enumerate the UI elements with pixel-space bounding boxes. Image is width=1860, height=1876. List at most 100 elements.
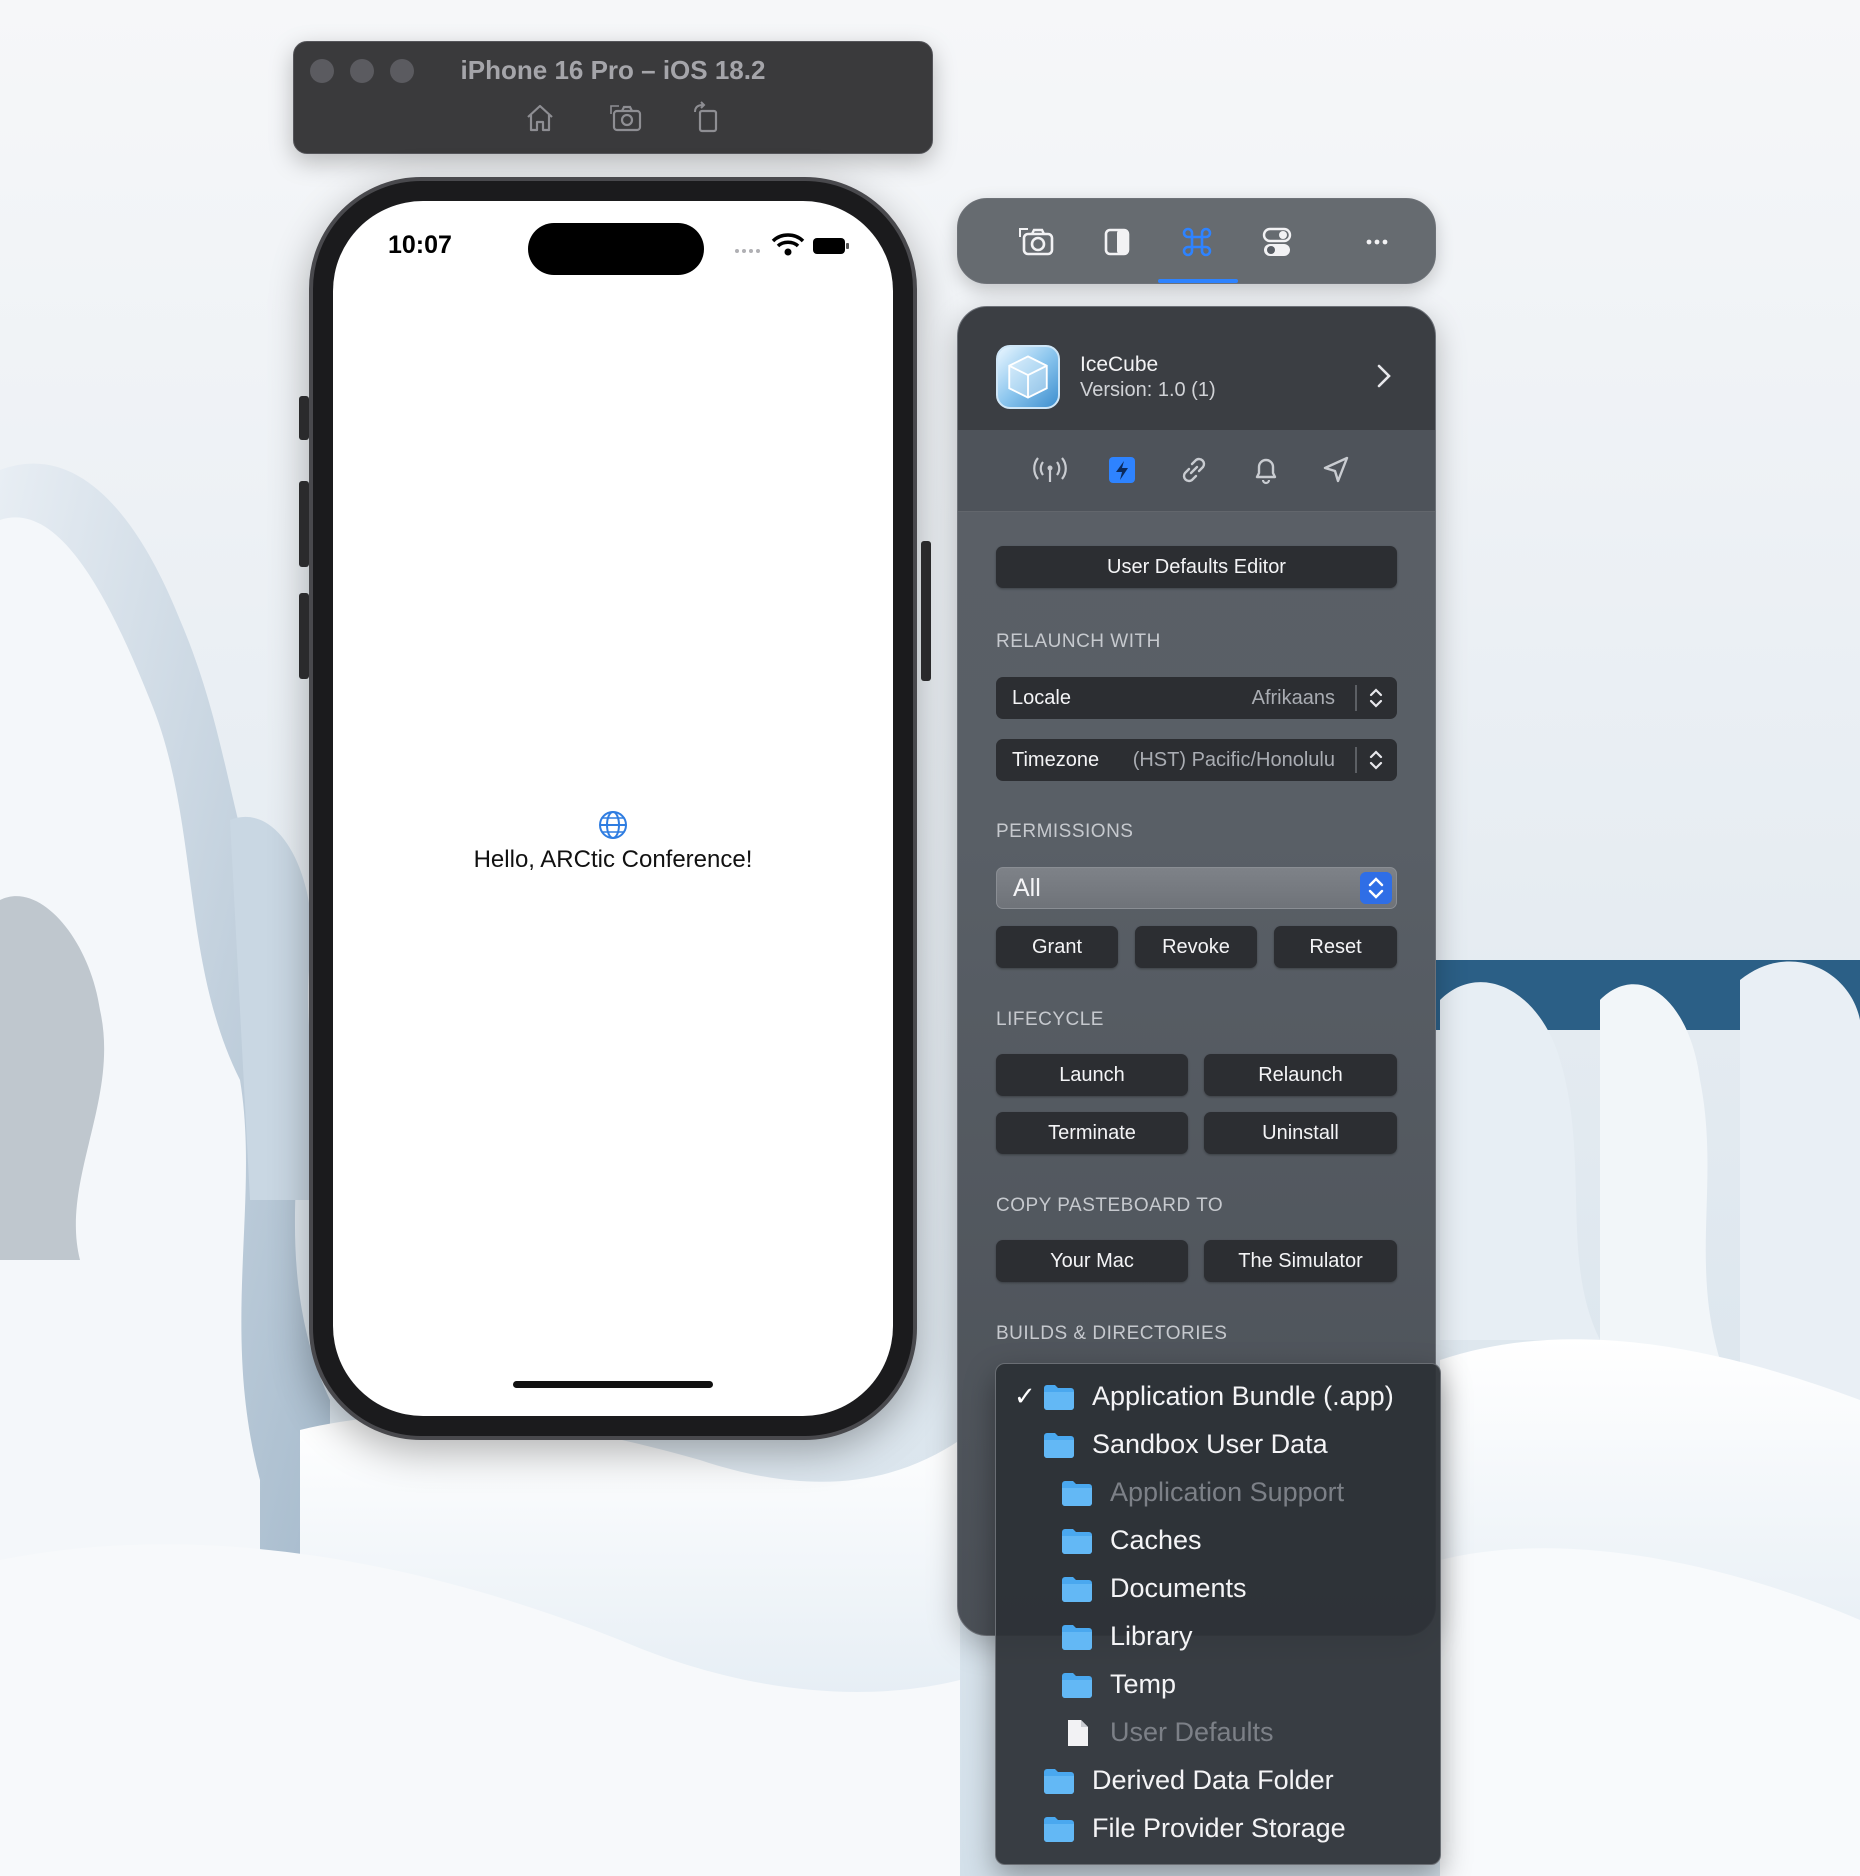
menu-item[interactable]: ✓ Application Bundle (.app) <box>996 1373 1440 1421</box>
launch-button[interactable]: Launch <box>996 1054 1188 1096</box>
menu-item: User Defaults <box>996 1709 1440 1757</box>
wifi-icon <box>771 233 805 256</box>
permissions-label: PERMISSIONS <box>996 821 1134 842</box>
chevron-up-down-icon <box>1369 750 1383 770</box>
active-tab-indicator <box>1158 279 1238 283</box>
icecube-toolbar <box>957 198 1436 284</box>
chevron-up-down-icon <box>1369 688 1383 708</box>
copy-to-simulator-button[interactable]: The Simulator <box>1204 1240 1397 1282</box>
menu-item[interactable]: Caches <box>996 1517 1440 1565</box>
app-header[interactable]: IceCube Version: 1.0 (1) <box>958 307 1435 430</box>
user-defaults-editor-button[interactable]: User Defaults Editor <box>996 546 1397 588</box>
menu-item-label: User Defaults <box>1110 1717 1274 1747</box>
menu-item[interactable]: File Provider Storage <box>996 1805 1440 1853</box>
builds-directories-menu: ✓ Application Bundle (.app) Sandbox User D… <box>995 1363 1441 1865</box>
home-indicator[interactable] <box>513 1381 713 1388</box>
rotate-icon[interactable] <box>688 100 724 136</box>
folder-icon <box>1060 1527 1094 1555</box>
locale-select[interactable]: Locale Afrikaans <box>996 677 1397 719</box>
sidebar-icon[interactable] <box>1096 221 1138 263</box>
menu-item[interactable]: Documents <box>996 1565 1440 1613</box>
bolt-icon[interactable] <box>1104 452 1140 488</box>
select-divider <box>1355 747 1357 773</box>
menu-item-label: Documents <box>1110 1573 1247 1603</box>
revoke-button[interactable]: Revoke <box>1135 926 1257 968</box>
iphone-screen[interactable]: 10:07 Hello, ARCtic Conference! <box>333 201 893 1416</box>
cellular-icon <box>735 249 760 253</box>
chevron-right-icon[interactable] <box>1374 361 1394 391</box>
grant-button[interactable]: Grant <box>996 926 1118 968</box>
checkmark-icon: ✓ <box>1014 1381 1036 1411</box>
locale-value: Afrikaans <box>1251 687 1335 709</box>
volume-up-button <box>299 481 309 567</box>
antenna-icon[interactable] <box>1032 452 1068 488</box>
reset-button[interactable]: Reset <box>1274 926 1397 968</box>
volume-down-button <box>299 593 309 679</box>
menu-item-label: Caches <box>1110 1525 1202 1555</box>
lifecycle-label: LIFECYCLE <box>996 1009 1104 1030</box>
locale-label: Locale <box>1012 687 1071 709</box>
chevron-up-down-icon <box>1360 872 1392 904</box>
camera-icon[interactable] <box>1016 221 1058 263</box>
timezone-select[interactable]: Timezone (HST) Pacific/Honolulu <box>996 739 1397 781</box>
app-name: IceCube <box>1080 353 1159 376</box>
location-icon[interactable] <box>1318 452 1354 488</box>
menu-item-label: Sandbox User Data <box>1092 1429 1328 1459</box>
folder-icon <box>1042 1767 1076 1795</box>
power-button <box>921 541 931 681</box>
home-icon[interactable] <box>522 100 558 136</box>
folder-icon <box>1060 1671 1094 1699</box>
iphone-simulator-device: 10:07 Hello, ARCtic Conference! <box>299 177 931 1440</box>
menu-item[interactable]: Library <box>996 1613 1440 1661</box>
document-icon <box>1060 1719 1094 1747</box>
builds-directories-label: BUILDS & DIRECTORIES <box>996 1323 1228 1344</box>
permissions-select[interactable]: All <box>996 867 1397 909</box>
menu-item-label: Application Bundle (.app) <box>1092 1381 1394 1411</box>
hello-text: Hello, ARCtic Conference! <box>473 846 753 873</box>
menu-item[interactable]: Sandbox User Data <box>996 1421 1440 1469</box>
menu-item: Application Support <box>996 1469 1440 1517</box>
bell-icon[interactable] <box>1248 452 1284 488</box>
timezone-value: (HST) Pacific/Honolulu <box>1132 749 1335 771</box>
dynamic-island <box>528 223 704 275</box>
simulator-title: iPhone 16 Pro – iOS 18.2 <box>460 55 766 85</box>
relaunch-with-label: RELAUNCH WITH <box>996 631 1161 652</box>
copy-pasteboard-label: COPY PASTEBOARD TO <box>996 1195 1224 1216</box>
content-view: Hello, ARCtic Conference! <box>333 809 893 874</box>
battery-icon <box>813 238 849 254</box>
toggles-icon[interactable] <box>1256 221 1298 263</box>
menu-item-label: File Provider Storage <box>1092 1813 1346 1843</box>
menu-item[interactable]: Temp <box>996 1661 1440 1709</box>
folder-icon <box>1060 1623 1094 1651</box>
simulator-window-titlebar: iPhone 16 Pro – iOS 18.2 <box>293 41 933 154</box>
permissions-value: All <box>1013 874 1041 902</box>
globe-icon <box>599 811 627 839</box>
select-divider <box>1355 685 1357 711</box>
status-bar-icons <box>735 233 849 256</box>
link-icon[interactable] <box>1176 452 1212 488</box>
menu-item-label: Temp <box>1110 1669 1177 1699</box>
status-bar-time: 10:07 <box>388 231 452 259</box>
folder-icon <box>1060 1575 1094 1603</box>
menu-item-label: Library <box>1110 1621 1193 1651</box>
folder-icon <box>1042 1383 1076 1411</box>
menu-item[interactable]: Derived Data Folder <box>996 1757 1440 1805</box>
action-button <box>299 396 309 440</box>
app-icon <box>996 345 1060 409</box>
copy-to-mac-button[interactable]: Your Mac <box>996 1240 1188 1282</box>
folder-icon <box>1042 1815 1076 1843</box>
app-version: Version: 1.0 (1) <box>1080 379 1216 401</box>
timezone-label: Timezone <box>1012 749 1100 771</box>
more-icon[interactable] <box>1356 221 1398 263</box>
terminate-button[interactable]: Terminate <box>996 1112 1188 1154</box>
menu-item-label: Derived Data Folder <box>1092 1765 1334 1795</box>
folder-icon <box>1042 1431 1076 1459</box>
command-icon[interactable] <box>1176 221 1218 263</box>
uninstall-button[interactable]: Uninstall <box>1204 1112 1397 1154</box>
feature-icon-row <box>958 430 1435 512</box>
relaunch-button[interactable]: Relaunch <box>1204 1054 1397 1096</box>
menu-item-label: Application Support <box>1110 1477 1345 1507</box>
snowy-landscape-wallpaper <box>0 0 1860 1876</box>
screenshot-icon[interactable] <box>608 100 644 136</box>
folder-icon <box>1060 1479 1094 1507</box>
